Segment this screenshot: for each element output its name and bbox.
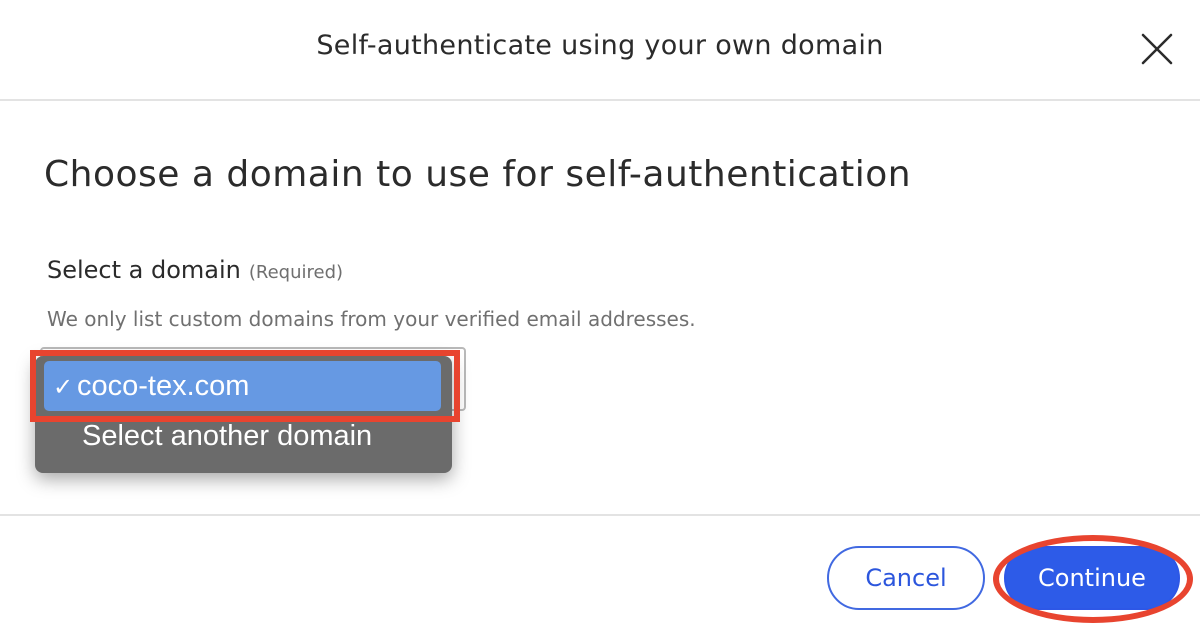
continue-button[interactable]: Continue <box>1004 546 1180 610</box>
field-help-text: We only list custom domains from your ve… <box>47 307 696 331</box>
dialog-header: Self-authenticate using your own domain <box>0 0 1200 101</box>
close-button[interactable] <box>1138 30 1176 68</box>
check-icon: ✓ <box>53 374 74 401</box>
option-label: Select another domain <box>82 420 373 452</box>
close-icon <box>1141 33 1173 65</box>
field-label: Select a domain (Required) <box>47 256 343 284</box>
cancel-button[interactable]: Cancel <box>827 546 985 610</box>
body-heading: Choose a domain to use for self-authenti… <box>44 154 912 195</box>
domain-dropdown-menu: ✓ coco-tex.com Select another domain <box>35 356 452 473</box>
dialog: Self-authenticate using your own domain … <box>0 0 1200 633</box>
required-tag: (Required) <box>248 262 344 283</box>
dialog-title: Self-authenticate using your own domain <box>316 30 884 61</box>
dropdown-option-select-another[interactable]: Select another domain <box>44 411 441 461</box>
field-label-text: Select a domain <box>47 256 241 284</box>
option-label: coco-tex.com <box>77 370 250 402</box>
dropdown-option-coco-tex[interactable]: ✓ coco-tex.com <box>44 361 441 411</box>
